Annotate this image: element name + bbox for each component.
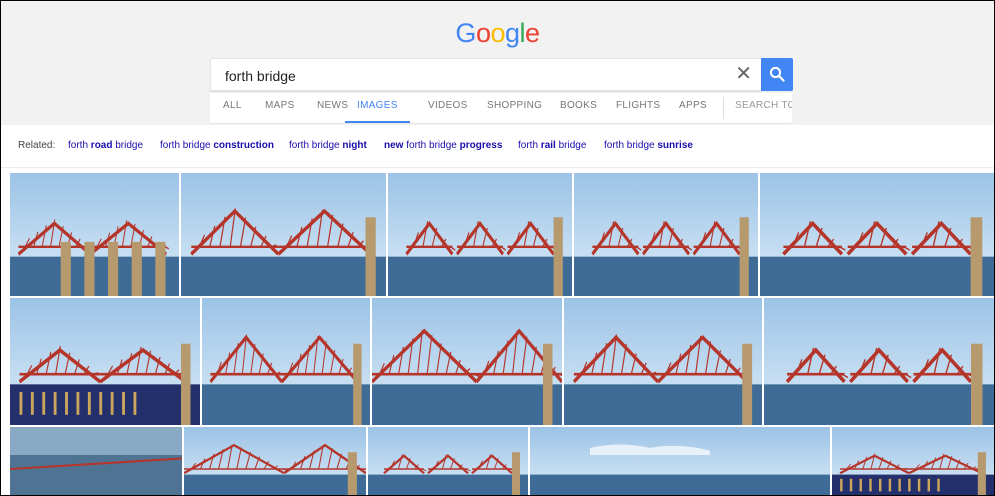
tab-maps[interactable]: MAPS <box>265 93 295 121</box>
tab-books[interactable]: BOOKS <box>560 93 597 121</box>
image-result-tile[interactable] <box>564 298 762 425</box>
related-label: Related: <box>18 140 56 151</box>
logo-letter: o <box>475 18 491 48</box>
logo-letter: g <box>505 18 520 48</box>
bridge-photo <box>372 298 562 425</box>
image-result-tile[interactable] <box>10 298 200 425</box>
tab-divider <box>723 97 724 119</box>
tab-all[interactable]: ALL <box>223 93 242 121</box>
tab-flights[interactable]: FLIGHTS <box>616 93 660 121</box>
related-item-construction[interactable]: forth bridge construction <box>160 125 274 167</box>
image-result-tile[interactable] <box>181 173 386 296</box>
bridge-photo <box>832 427 994 495</box>
image-result-tile[interactable] <box>388 173 572 296</box>
tab-search-tools[interactable]: SEARCH TO <box>735 93 792 121</box>
tab-images[interactable]: IMAGES <box>345 93 410 123</box>
related-item-night[interactable]: forth bridge night <box>289 125 367 167</box>
search-box: ✕ <box>210 58 762 92</box>
search-tabs: ALL MAPS NEWS IMAGES VIDEOS SHOPPING BOO… <box>210 93 792 123</box>
image-result-tile[interactable] <box>832 427 994 495</box>
image-result-tile[interactable] <box>368 427 528 495</box>
bridge-photo <box>574 173 758 296</box>
search-button[interactable] <box>761 58 793 91</box>
bridge-photo <box>760 173 994 296</box>
image-result-tile[interactable] <box>760 173 994 296</box>
tab-apps[interactable]: APPS <box>679 93 707 121</box>
bridge-photo <box>368 427 528 495</box>
google-logo[interactable]: Google <box>1 18 994 49</box>
image-result-tile[interactable] <box>184 427 366 495</box>
search-icon <box>769 66 785 82</box>
tab-shopping[interactable]: SHOPPING <box>487 93 542 121</box>
tab-news[interactable]: NEWS <box>317 93 348 121</box>
tab-videos[interactable]: VIDEOS <box>428 93 468 121</box>
logo-letter: e <box>525 18 540 48</box>
related-item-sunrise[interactable]: forth bridge sunrise <box>604 125 693 167</box>
bridge-photo <box>10 298 200 425</box>
bridge-photo <box>181 173 386 296</box>
bridge-photo <box>10 427 182 495</box>
search-input[interactable] <box>223 59 727 92</box>
bridge-photo <box>388 173 572 296</box>
bridge-photo <box>530 427 830 495</box>
related-searches-bar: Related: forth road bridge forth bridge … <box>1 125 994 168</box>
close-icon[interactable]: ✕ <box>735 63 752 85</box>
logo-letter: o <box>490 18 505 48</box>
related-item-road[interactable]: forth road bridge <box>68 125 143 167</box>
image-result-tile[interactable] <box>202 298 370 425</box>
bridge-photo <box>184 427 366 495</box>
image-result-tile[interactable] <box>574 173 758 296</box>
bridge-photo <box>202 298 370 425</box>
image-result-tile[interactable] <box>10 173 179 296</box>
bridge-photo <box>564 298 762 425</box>
image-result-tile[interactable] <box>530 427 830 495</box>
browser-frame: Google ✕ ALL MAPS NEWS IMAGES VIDEOS SHO… <box>0 0 995 496</box>
bridge-photo <box>10 173 179 296</box>
logo-letter: G <box>455 18 476 48</box>
image-result-tile[interactable] <box>372 298 562 425</box>
search-header: Google ✕ ALL MAPS NEWS IMAGES VIDEOS SHO… <box>1 1 994 126</box>
image-result-tile[interactable] <box>764 298 994 425</box>
related-item-new-progress[interactable]: new forth bridge progress <box>384 125 502 167</box>
related-item-rail[interactable]: forth rail bridge <box>518 125 586 167</box>
image-result-tile[interactable] <box>10 427 182 495</box>
bridge-photo <box>764 298 994 425</box>
